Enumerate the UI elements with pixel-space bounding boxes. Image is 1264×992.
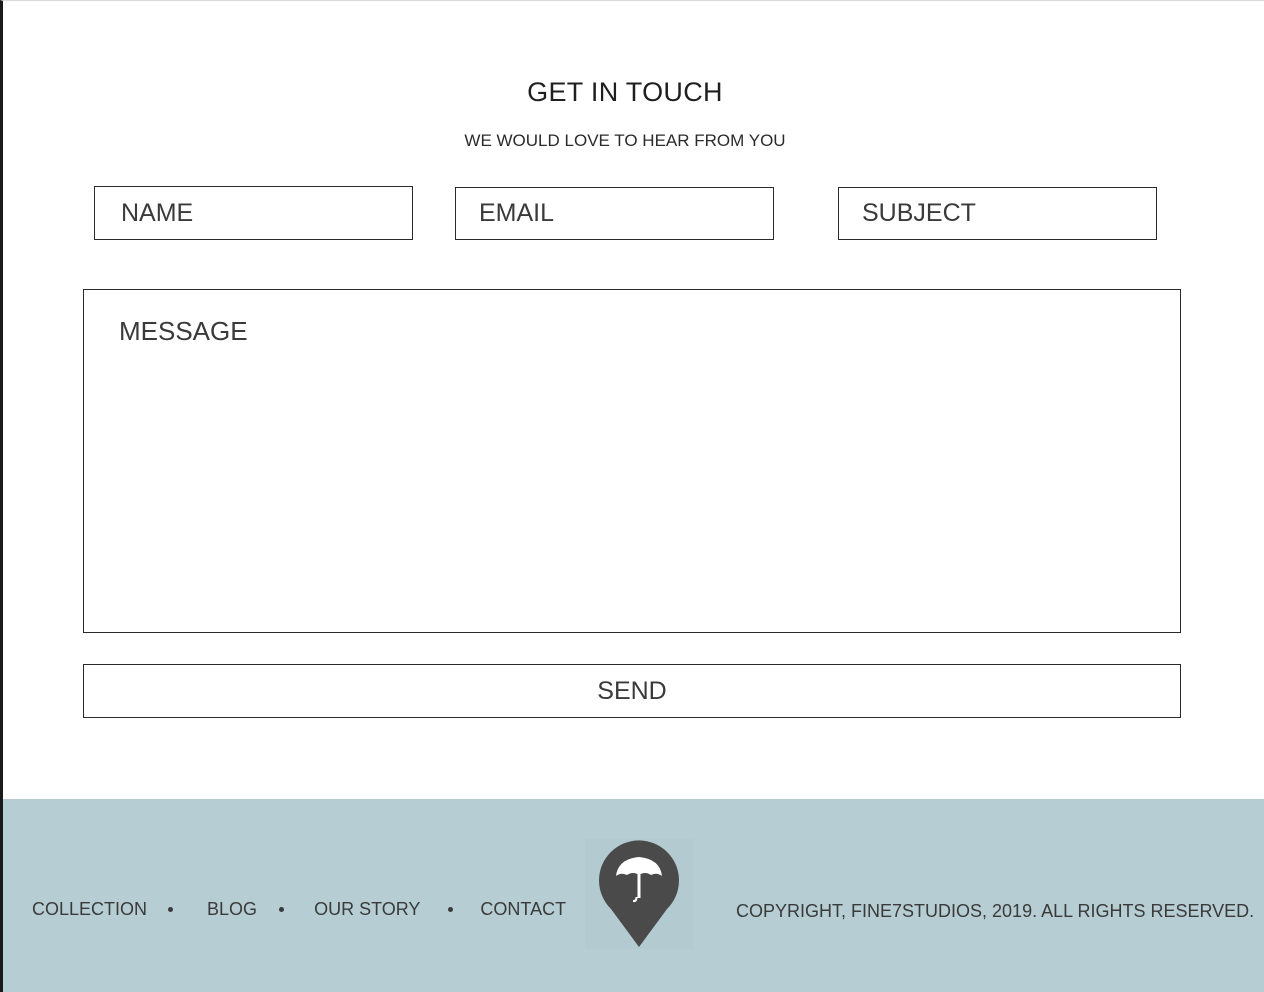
nav-separator-dot (279, 907, 285, 912)
logo[interactable] (585, 839, 693, 949)
page-subtitle: WE WOULD LOVE TO HEAR FROM YOU (464, 131, 786, 150)
footer-link-contact[interactable]: CONTACT (480, 899, 566, 920)
send-button-label: SEND (597, 676, 667, 705)
umbrella-pin-icon (599, 840, 679, 947)
footer-nav: COLLECTION BLOG OUR STORY CONTACT (32, 899, 566, 920)
email-placeholder: EMAIL (479, 199, 555, 227)
footer-link-collection[interactable]: COLLECTION (32, 899, 147, 920)
footer-link-our-story[interactable]: OUR STORY (314, 899, 420, 920)
message-placeholder: MESSAGE (119, 316, 248, 346)
email-field[interactable]: EMAIL (455, 187, 774, 240)
message-textarea[interactable]: MESSAGE (83, 289, 1181, 633)
name-field[interactable]: NAME (94, 186, 413, 240)
contact-page: GET IN TOUCH WE WOULD LOVE TO HEAR FROM … (0, 0, 1264, 992)
nav-separator-dot (448, 907, 454, 912)
name-placeholder: NAME (121, 198, 194, 227)
footer: COLLECTION BLOG OUR STORY CONTACT COPYRI… (3, 799, 1264, 992)
subject-field[interactable]: SUBJECT (838, 187, 1157, 240)
footer-link-blog[interactable]: BLOG (207, 899, 257, 920)
send-button[interactable]: SEND (83, 664, 1181, 718)
subject-placeholder: SUBJECT (862, 199, 976, 227)
page-title: GET IN TOUCH (527, 77, 723, 107)
copyright-text: COPYRIGHT, FINE7STUDIOS, 2019. ALL RIGHT… (736, 901, 1255, 921)
nav-separator-dot (168, 907, 174, 912)
